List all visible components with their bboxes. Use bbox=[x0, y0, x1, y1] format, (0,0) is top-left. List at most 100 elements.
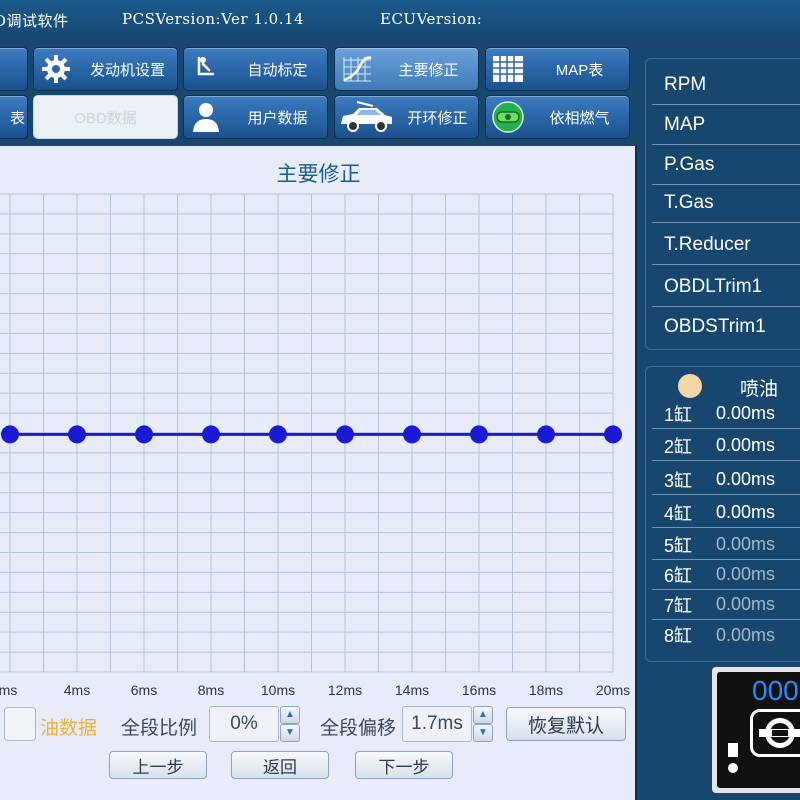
restore-default-button[interactable]: 恢复默认 bbox=[506, 707, 626, 741]
table-grid-icon bbox=[486, 49, 530, 89]
map-table-button[interactable]: MAP表 bbox=[485, 47, 630, 91]
injection-row: 6缸 0.00ms bbox=[652, 560, 800, 590]
data-point[interactable] bbox=[269, 425, 287, 444]
data-point[interactable] bbox=[68, 425, 86, 444]
gear-icon bbox=[34, 49, 78, 89]
obd-data-button[interactable]: OBD数据 bbox=[33, 95, 178, 139]
prev-step-button[interactable]: 上一步 bbox=[109, 751, 207, 779]
injection-header: 喷油 bbox=[740, 379, 779, 400]
main-correction-panel: 主要修正 ms 4ms 6ms 8ms 10ms 12ms 14ms 16ms 18ms 20ms… bbox=[0, 146, 637, 800]
device-port-icon bbox=[728, 743, 738, 757]
toolbar: 发动机设置 自动标定 主要修正 MAP表 表 OBD数据 用户数据 开环修正 依… bbox=[0, 40, 640, 144]
seat-adjust-icon bbox=[184, 49, 228, 89]
device-led-icon bbox=[728, 763, 738, 773]
engine-settings-label: 发动机设置 bbox=[89, 61, 165, 79]
open-loop-correction-button[interactable]: 开环修正 bbox=[334, 95, 479, 139]
injection-time-value: 0.00ms bbox=[716, 403, 776, 423]
ecu-device: 000 bbox=[712, 667, 800, 793]
car-icon bbox=[335, 97, 397, 137]
main-correction-button[interactable]: 主要修正 bbox=[334, 47, 479, 91]
sensor-row-pgas: P.Gas bbox=[652, 145, 800, 185]
x-tick-label: 14ms bbox=[395, 682, 429, 698]
data-point[interactable] bbox=[537, 425, 555, 444]
ratio-up-arrow-icon[interactable]: ▲ bbox=[280, 706, 300, 724]
sensor-label: RPM bbox=[664, 73, 707, 95]
sensor-label: MAP bbox=[664, 113, 706, 135]
sensor-row-rpm: RPM bbox=[652, 65, 800, 105]
pcs-version: PCSVersion:Ver 1.0.14 bbox=[122, 10, 305, 28]
partial-button-label: 表 bbox=[9, 109, 25, 127]
data-point[interactable] bbox=[202, 425, 220, 444]
x-tick-label: 12ms bbox=[328, 682, 362, 698]
cylinder-label: 4缸 bbox=[664, 503, 693, 524]
injection-row: 4缸 0.00ms bbox=[652, 498, 800, 528]
sensor-row-map: MAP bbox=[652, 105, 800, 145]
offset-up-arrow-icon[interactable]: ▲ bbox=[473, 706, 493, 724]
cylinder-label: 6缸 bbox=[664, 565, 693, 586]
x-tick-label: 6ms bbox=[131, 682, 157, 698]
user-icon bbox=[184, 97, 228, 137]
sensor-row-tgas: T.Gas bbox=[652, 183, 800, 223]
sensor-label: OBDLTrim1 bbox=[664, 275, 763, 297]
toolbar-button-partial-top[interactable] bbox=[0, 47, 28, 91]
x-tick-label: 16ms bbox=[462, 682, 496, 698]
ratio-down-arrow-icon[interactable]: ▼ bbox=[280, 724, 300, 742]
injection-time-value: 0.00ms bbox=[716, 469, 776, 489]
injection-row: 2缸 0.00ms bbox=[652, 431, 800, 461]
injection-time-value: 0.00ms bbox=[716, 564, 776, 584]
map-table-label: MAP表 bbox=[555, 61, 604, 79]
sensor-label: P.Gas bbox=[664, 153, 715, 175]
injection-time-value: 0.00ms bbox=[716, 502, 776, 522]
data-point[interactable] bbox=[470, 425, 488, 444]
overall-ratio-input[interactable]: 0% bbox=[209, 706, 279, 742]
sensor-row-obdstrim1: OBDSTrim1 bbox=[652, 307, 800, 347]
user-data-label: 用户数据 bbox=[247, 109, 308, 127]
injection-row: 7缸 0.00ms bbox=[652, 590, 800, 620]
overall-ratio-stepper[interactable]: ▲ ▼ bbox=[280, 706, 300, 742]
toolbar-button-partial-bottom[interactable]: 表 bbox=[0, 95, 28, 139]
injection-row: 8缸 0.00ms bbox=[652, 620, 800, 650]
cylinder-label: 5缸 bbox=[664, 535, 693, 556]
obd-data-label: OBD数据 bbox=[74, 109, 137, 127]
ecu-version: ECUVersion: bbox=[380, 10, 483, 28]
data-point[interactable] bbox=[604, 425, 622, 444]
engine-settings-button[interactable]: 发动机设置 bbox=[33, 47, 178, 91]
data-point[interactable] bbox=[403, 425, 421, 444]
oil-data-checkbox[interactable] bbox=[4, 707, 36, 741]
overall-ratio-label: 全段比例 bbox=[121, 718, 198, 739]
sensor-label: OBDSTrim1 bbox=[664, 316, 766, 337]
data-point[interactable] bbox=[135, 425, 153, 444]
sensor-row-treducer: T.Reducer bbox=[652, 225, 800, 265]
overall-offset-value: 1.7ms bbox=[411, 713, 463, 734]
injection-row: 1缸 0.00ms bbox=[652, 399, 800, 429]
sequential-gas-label: 依相燃气 bbox=[549, 109, 610, 127]
sensor-panel: RPM MAP P.Gas T.Gas T.Reducer OBDLTrim1 … bbox=[645, 58, 800, 350]
sequential-gas-button[interactable]: 依相燃气 bbox=[485, 95, 630, 139]
correction-chart[interactable]: ms 4ms 6ms 8ms 10ms 12ms 14ms 16ms 18ms 20ms bbox=[0, 146, 637, 706]
title-bar: D调试软件 PCSVersion:Ver 1.0.14 ECUVersion: bbox=[0, 0, 800, 40]
cylinder-label: 7缸 bbox=[664, 595, 693, 616]
injection-time-value: 0.00ms bbox=[716, 624, 776, 645]
back-button[interactable]: 返回 bbox=[231, 751, 329, 779]
injection-panel: 喷油 1缸 0.00ms 2缸 0.00ms 3缸 0.00ms 4缸 0.00ms 5缸 0.0… bbox=[645, 366, 800, 662]
sensor-label: T.Reducer bbox=[664, 233, 751, 255]
data-point[interactable] bbox=[336, 425, 354, 444]
offset-down-arrow-icon[interactable]: ▼ bbox=[473, 724, 493, 742]
injection-row: 5缸 0.00ms bbox=[652, 530, 800, 560]
auto-calibration-button[interactable]: 自动标定 bbox=[183, 47, 328, 91]
injection-time-value: 0.00ms bbox=[716, 435, 776, 455]
oil-data-label: 油数据 bbox=[40, 718, 98, 739]
cylinder-label: 3缸 bbox=[664, 470, 693, 491]
data-point[interactable] bbox=[1, 425, 19, 444]
x-tick-label: 4ms bbox=[64, 682, 90, 698]
cylinder-label: 2缸 bbox=[664, 436, 693, 457]
overall-offset-input[interactable]: 1.7ms bbox=[402, 706, 472, 742]
next-step-button[interactable]: 下一步 bbox=[355, 751, 453, 779]
device-counter: 000 bbox=[752, 675, 799, 706]
app-title: D调试软件 bbox=[0, 12, 69, 30]
overall-offset-stepper[interactable]: ▲ ▼ bbox=[473, 706, 493, 742]
status-indicator-icon bbox=[678, 374, 702, 398]
sensor-row-obdltrim1: OBDLTrim1 bbox=[652, 267, 800, 307]
injection-time-value: 0.00ms bbox=[716, 534, 776, 554]
user-data-button[interactable]: 用户数据 bbox=[183, 95, 328, 139]
